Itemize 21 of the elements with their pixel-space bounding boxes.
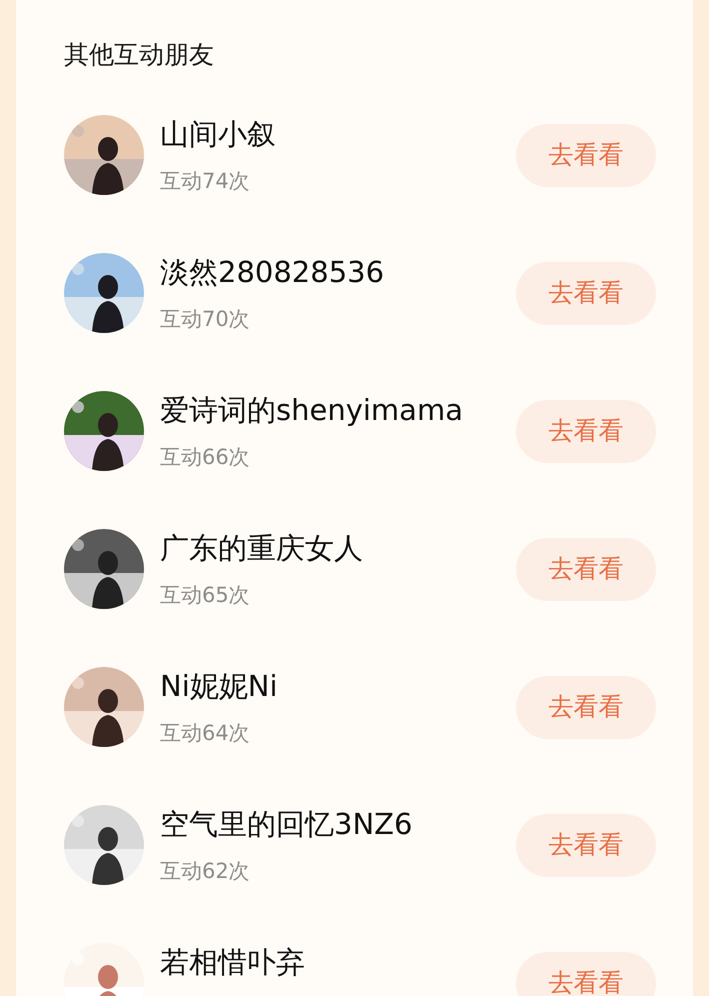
view-button[interactable]: 去看看 bbox=[516, 124, 656, 186]
interaction-count: 互动70次 bbox=[160, 306, 251, 333]
view-button[interactable]: 去看看 bbox=[516, 952, 656, 996]
friend-name: Ni妮妮Ni bbox=[160, 668, 279, 705]
interaction-count: 互动62次 bbox=[160, 858, 251, 885]
interaction-count: 互动66次 bbox=[160, 444, 251, 471]
view-button[interactable]: 去看看 bbox=[516, 814, 656, 876]
view-button[interactable]: 去看看 bbox=[516, 676, 656, 738]
friend-name: 广东的重庆女人 bbox=[160, 530, 364, 567]
friend-name: 空气里的回忆3NZ6 bbox=[160, 806, 414, 843]
friend-name: 若相惜卟弃 bbox=[160, 944, 306, 981]
view-button[interactable]: 去看看 bbox=[516, 262, 656, 324]
interaction-count: 互动64次 bbox=[160, 720, 251, 747]
friend-name: 爱诗词的shenyimama bbox=[160, 392, 464, 429]
section-title: 其他互动朋友 bbox=[64, 39, 215, 71]
view-button[interactable]: 去看看 bbox=[516, 400, 656, 462]
friend-name: 淡然280828536 bbox=[160, 254, 386, 291]
interaction-count: 互动65次 bbox=[160, 582, 251, 609]
view-button[interactable]: 去看看 bbox=[516, 538, 656, 600]
friend-name: 山间小叙 bbox=[160, 116, 277, 153]
interaction-count: 互动74次 bbox=[160, 168, 251, 195]
